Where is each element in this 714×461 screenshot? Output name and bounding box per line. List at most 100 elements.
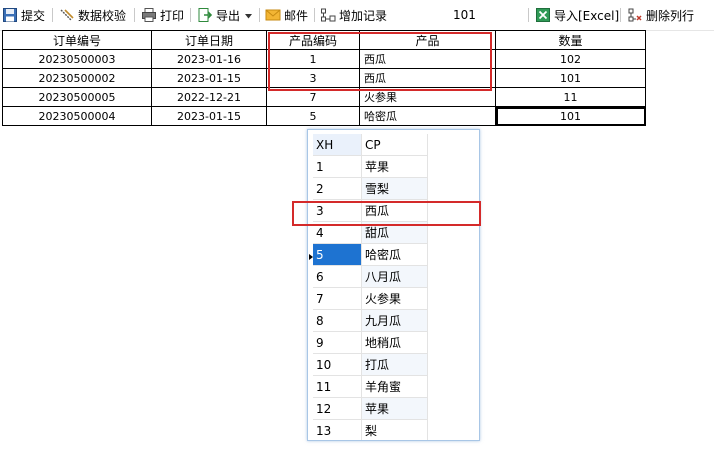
- column-header-quantity[interactable]: 数量: [495, 30, 646, 50]
- print-label: 打印: [160, 8, 185, 23]
- toolbar-separator: [259, 8, 260, 22]
- dropdown-item[interactable]: 11 羊角蜜: [313, 375, 428, 398]
- excel-icon: [535, 7, 551, 23]
- cell-product[interactable]: 西瓜: [359, 68, 496, 88]
- column-header-order-date[interactable]: 订单日期: [151, 30, 267, 50]
- dropdown-item-xh: 4: [313, 221, 362, 244]
- export-label: 导出: [216, 8, 241, 23]
- export-button[interactable]: 导出: [197, 5, 253, 25]
- cell-product[interactable]: 西瓜: [359, 49, 496, 69]
- dropdown-item-cp: 梨: [361, 419, 428, 440]
- cell-quantity[interactable]: 11: [495, 87, 646, 107]
- dropdown-item[interactable]: 4 甜瓜: [313, 221, 428, 244]
- toolbar-separator: [528, 8, 529, 22]
- dropdown-header-xh: XH: [313, 134, 362, 156]
- dropdown-item-xh: 8: [313, 309, 362, 332]
- delete-row-label: 删除列行: [646, 8, 695, 23]
- dropdown-item-active[interactable]: 5 哈密瓜: [313, 243, 428, 266]
- submit-button[interactable]: 提交: [2, 5, 45, 25]
- cell-product-code[interactable]: 3: [266, 68, 360, 88]
- cell-product[interactable]: 哈密瓜: [359, 106, 496, 126]
- dropdown-item-cp: 八月瓜: [361, 265, 428, 288]
- dropdown-item-cp: 火参果: [361, 287, 428, 310]
- dropdown-item-xh: 3: [313, 199, 362, 222]
- dropdown-item[interactable]: 7 火参果: [313, 287, 428, 310]
- dropdown-item[interactable]: 2 雪梨: [313, 177, 428, 200]
- dropdown-item-xh: 7: [313, 287, 362, 310]
- dropdown-item-cp: 打瓜: [361, 353, 428, 376]
- product-dropdown-list[interactable]: XH CP 1 苹果 2 雪梨 3 西瓜 4 甜瓜 5 哈密瓜 6 八月瓜 7: [307, 129, 480, 441]
- toolbar-separator: [134, 8, 135, 22]
- dropdown-item-xh: 9: [313, 331, 362, 354]
- dropdown-header-row: XH CP: [313, 134, 428, 156]
- submit-label: 提交: [21, 8, 46, 23]
- toolbar-separator: [314, 8, 315, 22]
- mail-button[interactable]: 邮件: [265, 5, 308, 25]
- grid-header-row: 订单编号 订单日期 产品编码 产品 数量: [2, 30, 646, 50]
- record-count: 101: [453, 8, 476, 22]
- cell-product-code[interactable]: 7: [266, 87, 360, 107]
- column-header-product[interactable]: 产品: [359, 30, 496, 50]
- dropdown-item-cp: 羊角蜜: [361, 375, 428, 398]
- mail-label: 邮件: [284, 8, 309, 23]
- column-header-product-code[interactable]: 产品编码: [266, 30, 360, 50]
- export-icon: [197, 7, 213, 23]
- check-icon: [59, 7, 75, 23]
- cell-order-date[interactable]: 2022-12-21: [151, 87, 267, 107]
- dropdown-item-cp: 雪梨: [361, 177, 428, 200]
- dropdown-item-cp: 苹果: [361, 155, 428, 178]
- delete-row-icon: [627, 7, 643, 23]
- table-row: 20230500002 2023-01-15 3 西瓜 101: [2, 68, 646, 88]
- dropdown-item[interactable]: 3 西瓜: [313, 199, 428, 222]
- dropdown-item[interactable]: 13 梨: [313, 419, 428, 440]
- validate-button[interactable]: 数据校验: [59, 5, 126, 25]
- import-excel-button[interactable]: 导入[Excel]: [535, 5, 619, 25]
- table-row: 20230500005 2022-12-21 7 火参果 11: [2, 87, 646, 107]
- dropdown-item[interactable]: 6 八月瓜: [313, 265, 428, 288]
- dropdown-item-xh: 11: [313, 375, 362, 398]
- dropdown-item-cp: 西瓜: [361, 199, 428, 222]
- toolbar-separator: [620, 8, 621, 22]
- import-excel-label: 导入[Excel]: [554, 8, 620, 23]
- dropdown-header-cp: CP: [361, 134, 428, 156]
- dropdown-item-xh: 6: [313, 265, 362, 288]
- cell-product-code[interactable]: 5: [266, 106, 360, 126]
- column-header-order-no[interactable]: 订单编号: [2, 30, 152, 50]
- print-button[interactable]: 打印: [141, 5, 184, 25]
- cell-order-no[interactable]: 20230500004: [2, 106, 152, 126]
- validate-label: 数据校验: [78, 8, 127, 23]
- orders-grid: 订单编号 订单日期 产品编码 产品 数量 20230500003 2023-01…: [2, 30, 646, 126]
- dropdown-item-xh: 10: [313, 353, 362, 376]
- add-record-icon: [320, 7, 336, 23]
- dropdown-item[interactable]: 1 苹果: [313, 155, 428, 178]
- add-record-button[interactable]: 增加记录: [320, 5, 387, 25]
- dropdown-item-cp: 九月瓜: [361, 309, 428, 332]
- cell-quantity-selected[interactable]: 101: [495, 106, 646, 126]
- add-record-label: 增加记录: [339, 8, 388, 23]
- dropdown-item[interactable]: 10 打瓜: [313, 353, 428, 376]
- save-icon: [2, 7, 18, 23]
- cell-quantity[interactable]: 101: [495, 68, 646, 88]
- cell-order-no[interactable]: 20230500005: [2, 87, 152, 107]
- dropdown-item[interactable]: 9 地稍瓜: [313, 331, 428, 354]
- cell-order-date[interactable]: 2023-01-15: [151, 106, 267, 126]
- chevron-down-icon[interactable]: [245, 8, 253, 22]
- cell-quantity[interactable]: 102: [495, 49, 646, 69]
- delete-row-button[interactable]: 删除列行: [627, 5, 694, 25]
- cell-order-date[interactable]: 2023-01-16: [151, 49, 267, 69]
- dropdown-item[interactable]: 12 苹果: [313, 397, 428, 420]
- dropdown-item-xh: 5: [313, 243, 362, 266]
- dropdown-item-cp: 哈密瓜: [361, 243, 428, 266]
- table-row: 20230500003 2023-01-16 1 西瓜 102: [2, 49, 646, 69]
- cell-product[interactable]: 火参果: [359, 87, 496, 107]
- dropdown-item[interactable]: 8 九月瓜: [313, 309, 428, 332]
- cell-order-date[interactable]: 2023-01-15: [151, 68, 267, 88]
- dropdown-item-xh: 13: [313, 419, 362, 440]
- cell-order-no[interactable]: 20230500003: [2, 49, 152, 69]
- cell-order-no[interactable]: 20230500002: [2, 68, 152, 88]
- dropdown-item-cp: 甜瓜: [361, 221, 428, 244]
- cell-product-code[interactable]: 1: [266, 49, 360, 69]
- toolbar-separator: [190, 8, 191, 22]
- table-row: 20230500004 2023-01-15 5 哈密瓜 101: [2, 106, 646, 126]
- mail-icon: [265, 7, 281, 23]
